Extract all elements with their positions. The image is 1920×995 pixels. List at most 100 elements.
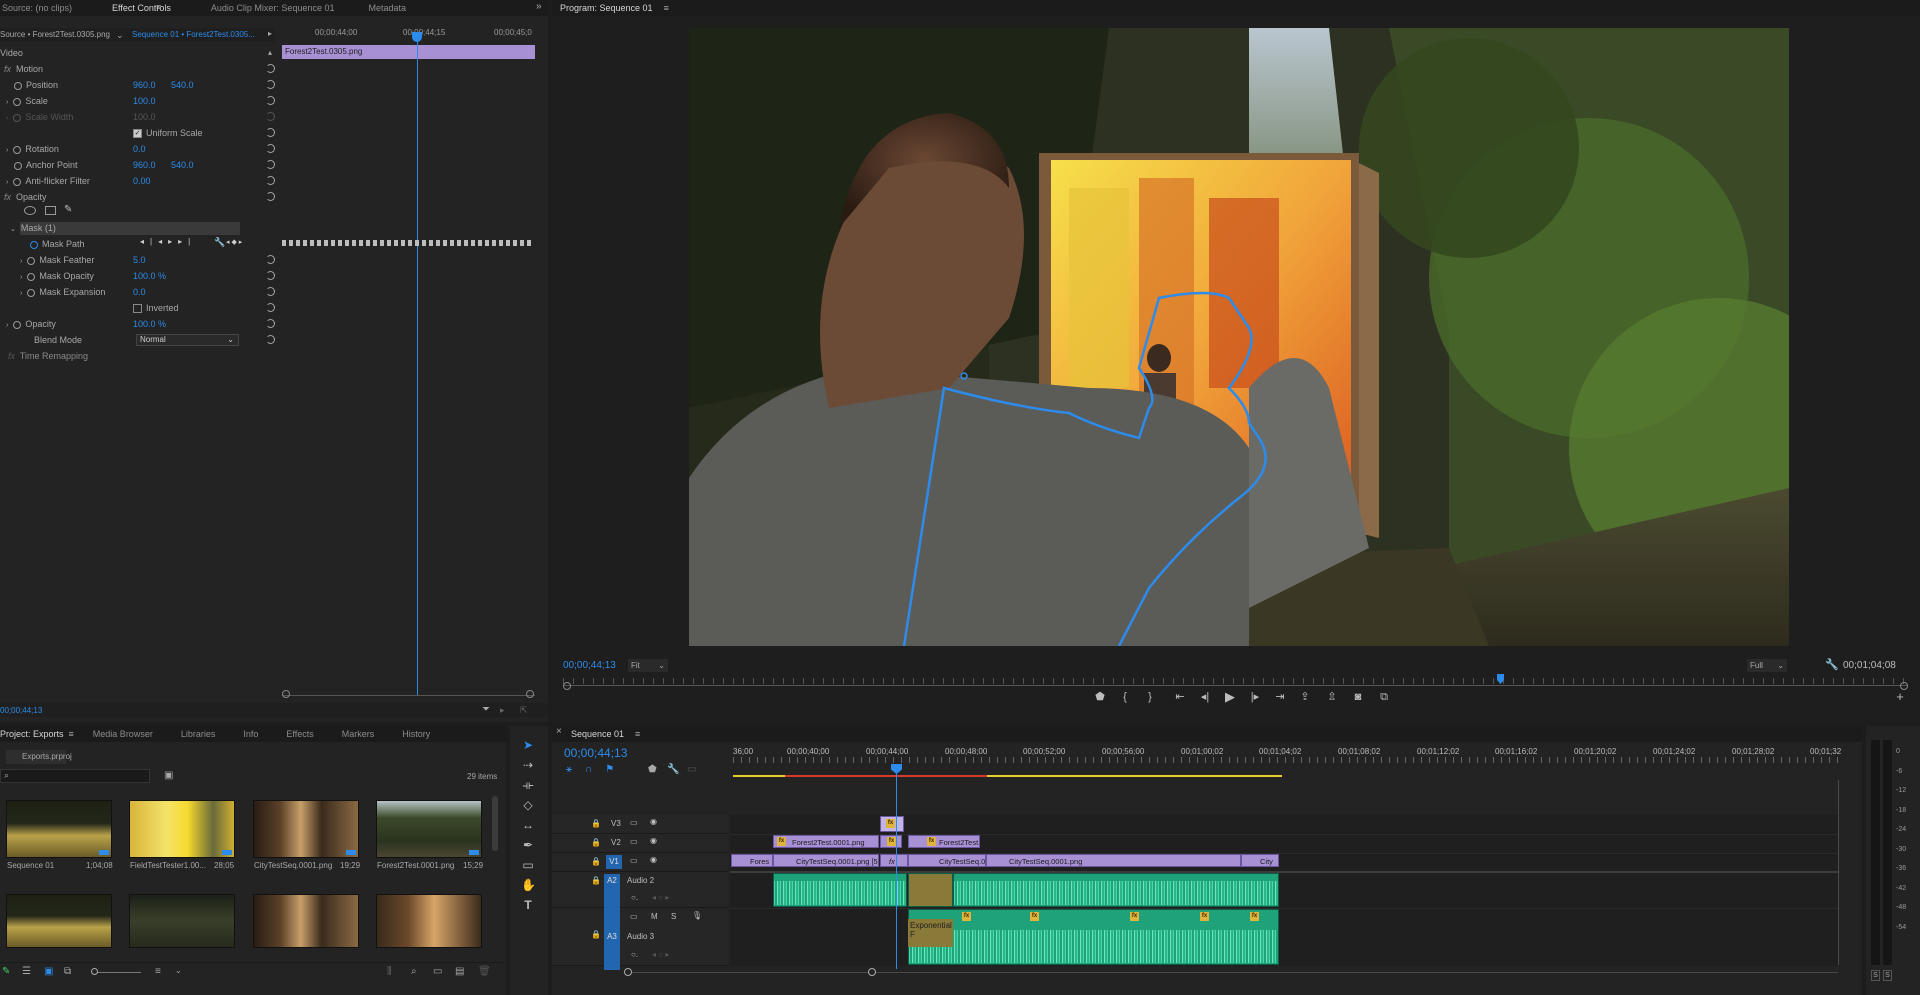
slip-tool-icon[interactable]: ↔ (521, 818, 535, 832)
sequence-clip-label[interactable]: Sequence 01 • Forest2Test.0305... (132, 28, 255, 42)
video-frame[interactable] (689, 28, 1789, 646)
mark-in-icon[interactable]: { (1117, 690, 1133, 704)
eye-icon[interactable]: ◉ (650, 855, 657, 864)
reset-icon[interactable] (266, 335, 275, 344)
stopwatch-icon[interactable] (14, 161, 22, 170)
find-icon[interactable]: ⌕ (411, 966, 417, 977)
track-header-v1[interactable] (552, 853, 728, 872)
track-header-v3[interactable] (552, 815, 728, 834)
thumbnail-citytest[interactable] (253, 800, 359, 858)
step-forward-icon[interactable]: |▸ (1247, 690, 1263, 704)
scale-value[interactable]: 100.0 (133, 93, 156, 109)
solo-left-button[interactable]: S (1871, 970, 1880, 981)
stopwatch-icon[interactable] (13, 97, 22, 106)
ec-clip-bar[interactable]: Forest2Test.0305.png (282, 45, 535, 59)
ec-timecode[interactable]: 00;00;44;13 (0, 706, 42, 715)
stopwatch-icon[interactable] (14, 81, 22, 90)
fx-icon[interactable]: fx (4, 64, 11, 74)
rectangle-tool-icon[interactable]: ▭ (521, 858, 535, 872)
scroll-handle-left[interactable] (624, 968, 632, 976)
reset-icon[interactable] (266, 271, 275, 280)
clip-v2-short[interactable]: fx (880, 835, 902, 848)
compare-view-icon[interactable]: ⧉ (1376, 690, 1392, 704)
marker-icon[interactable]: ⬟ (648, 764, 657, 775)
position-x-value[interactable]: 960.0 (133, 77, 156, 93)
sort-icon[interactable]: ≡ (155, 966, 161, 977)
audio-clip-a2[interactable] (908, 873, 953, 907)
solo-right-button[interactable]: S (1883, 970, 1892, 981)
play-audio-icon[interactable]: ▸ (500, 705, 505, 716)
anchor-x-value[interactable]: 960.0 (133, 157, 156, 173)
stopwatch-icon[interactable] (27, 272, 36, 281)
zoom-handle-left[interactable] (563, 682, 571, 690)
scroll-handle-left[interactable] (282, 690, 290, 698)
clip-v1-fores[interactable]: Fores (731, 854, 773, 867)
lock-icon[interactable]: 🔒 (591, 930, 601, 939)
camera-icon[interactable]: ◙ (1350, 690, 1366, 704)
tab-menu-icon[interactable]: ≡ (635, 729, 640, 739)
write-lock-icon[interactable]: ✎ (2, 966, 10, 977)
reset-icon[interactable] (266, 160, 275, 169)
ec-zoom-scrollbar[interactable] (282, 695, 535, 701)
program-timecode[interactable]: 00;00;44;13 (563, 660, 616, 671)
track-header-v2[interactable] (552, 834, 728, 853)
mute-button[interactable]: M (651, 912, 658, 921)
reset-icon[interactable] (266, 128, 275, 137)
lift-icon[interactable]: ⇪ (1297, 690, 1313, 704)
tab-menu-icon[interactable]: ≡ (69, 729, 74, 739)
icon-view-icon[interactable]: ▣ (44, 966, 53, 977)
play-only-icon[interactable]: ▸ (268, 27, 272, 41)
thumbnail-item[interactable] (376, 894, 482, 948)
type-tool-icon[interactable]: T (521, 898, 535, 912)
audio-clip-a2[interactable] (773, 873, 907, 907)
go-to-out-icon[interactable]: ⇥ (1272, 690, 1288, 704)
chevron-down-icon[interactable]: ⌄ (116, 28, 124, 42)
tab-metadata[interactable]: Metadata (357, 0, 417, 16)
keyframe-nav-icon[interactable]: ◂ ○ ▸ (652, 950, 669, 959)
clip-v1-short[interactable]: fx (880, 854, 908, 867)
mask-expansion-value[interactable]: 0.0 (133, 284, 146, 300)
expand-arrow-icon[interactable]: › (20, 274, 22, 281)
folder-icon[interactable]: ▭ (433, 966, 442, 977)
reset-icon[interactable] (266, 96, 275, 105)
microphone-icon[interactable]: 🎙 (692, 911, 702, 920)
tab-menu-icon[interactable]: ≡ (664, 3, 669, 13)
pen-tool-icon[interactable]: ✒ (521, 838, 535, 852)
tab-effect-controls[interactable]: Effect Controls (101, 0, 182, 16)
timeline-tools[interactable]: ⚹∩⚑ (566, 764, 627, 775)
wrench-icon[interactable]: 🔧 (667, 764, 679, 775)
mark-out-icon[interactable]: } (1142, 690, 1158, 704)
mask-opacity-value[interactable]: 100.0 % (133, 268, 166, 284)
thumbnail-sequence[interactable] (6, 800, 112, 858)
ripple-edit-tool-icon[interactable]: ⟛ (521, 778, 535, 792)
clip-v3[interactable]: fx (880, 816, 904, 832)
clip-v2-forest[interactable]: fx Forest2Test.0001.png (773, 835, 879, 848)
go-to-in-icon[interactable]: ⇤ (1172, 690, 1188, 704)
timeline-hscroll[interactable] (628, 972, 1838, 973)
automate-icon[interactable]: ⫼ (387, 966, 392, 977)
clip-v2-forest2[interactable]: fx Forest2Test.0 (908, 835, 980, 848)
tab-audio-clip-mixer[interactable]: Audio Clip Mixer: Sequence 01 (200, 0, 346, 16)
clip-v1-city4[interactable]: City (1241, 854, 1279, 867)
reset-icon[interactable] (266, 176, 275, 185)
step-back-icon[interactable]: ◂| (1197, 690, 1213, 704)
keyframe-toggle-icon[interactable]: ○. (631, 893, 638, 902)
thumbnail-fieldtest[interactable] (129, 800, 235, 858)
track-target-v1[interactable]: V1 (606, 855, 622, 869)
anti-flicker-value[interactable]: 0.00 (133, 173, 151, 189)
toggle-sync-icon[interactable]: ▭ (630, 856, 638, 865)
thumbnail-item[interactable] (253, 894, 359, 948)
keyframe-nav-icon[interactable]: ◂ ◆ ▸ (226, 238, 242, 246)
razor-tool-icon[interactable]: ◇ (521, 798, 535, 812)
lock-icon[interactable]: 🔒 (591, 819, 601, 828)
reset-icon[interactable] (266, 287, 275, 296)
scroll-handle-right[interactable] (526, 690, 534, 698)
track-target-a2[interactable]: A2 (604, 876, 620, 885)
tab-libraries[interactable]: Libraries (170, 726, 227, 742)
solo-button[interactable]: S (671, 912, 676, 921)
extract-icon[interactable]: ⇫ (1324, 690, 1340, 704)
list-view-icon[interactable]: ☰ (22, 966, 31, 977)
reset-icon[interactable] (266, 319, 275, 328)
inverted-checkbox[interactable] (133, 304, 142, 314)
uniform-scale-checkbox[interactable]: ✓ (133, 129, 142, 139)
